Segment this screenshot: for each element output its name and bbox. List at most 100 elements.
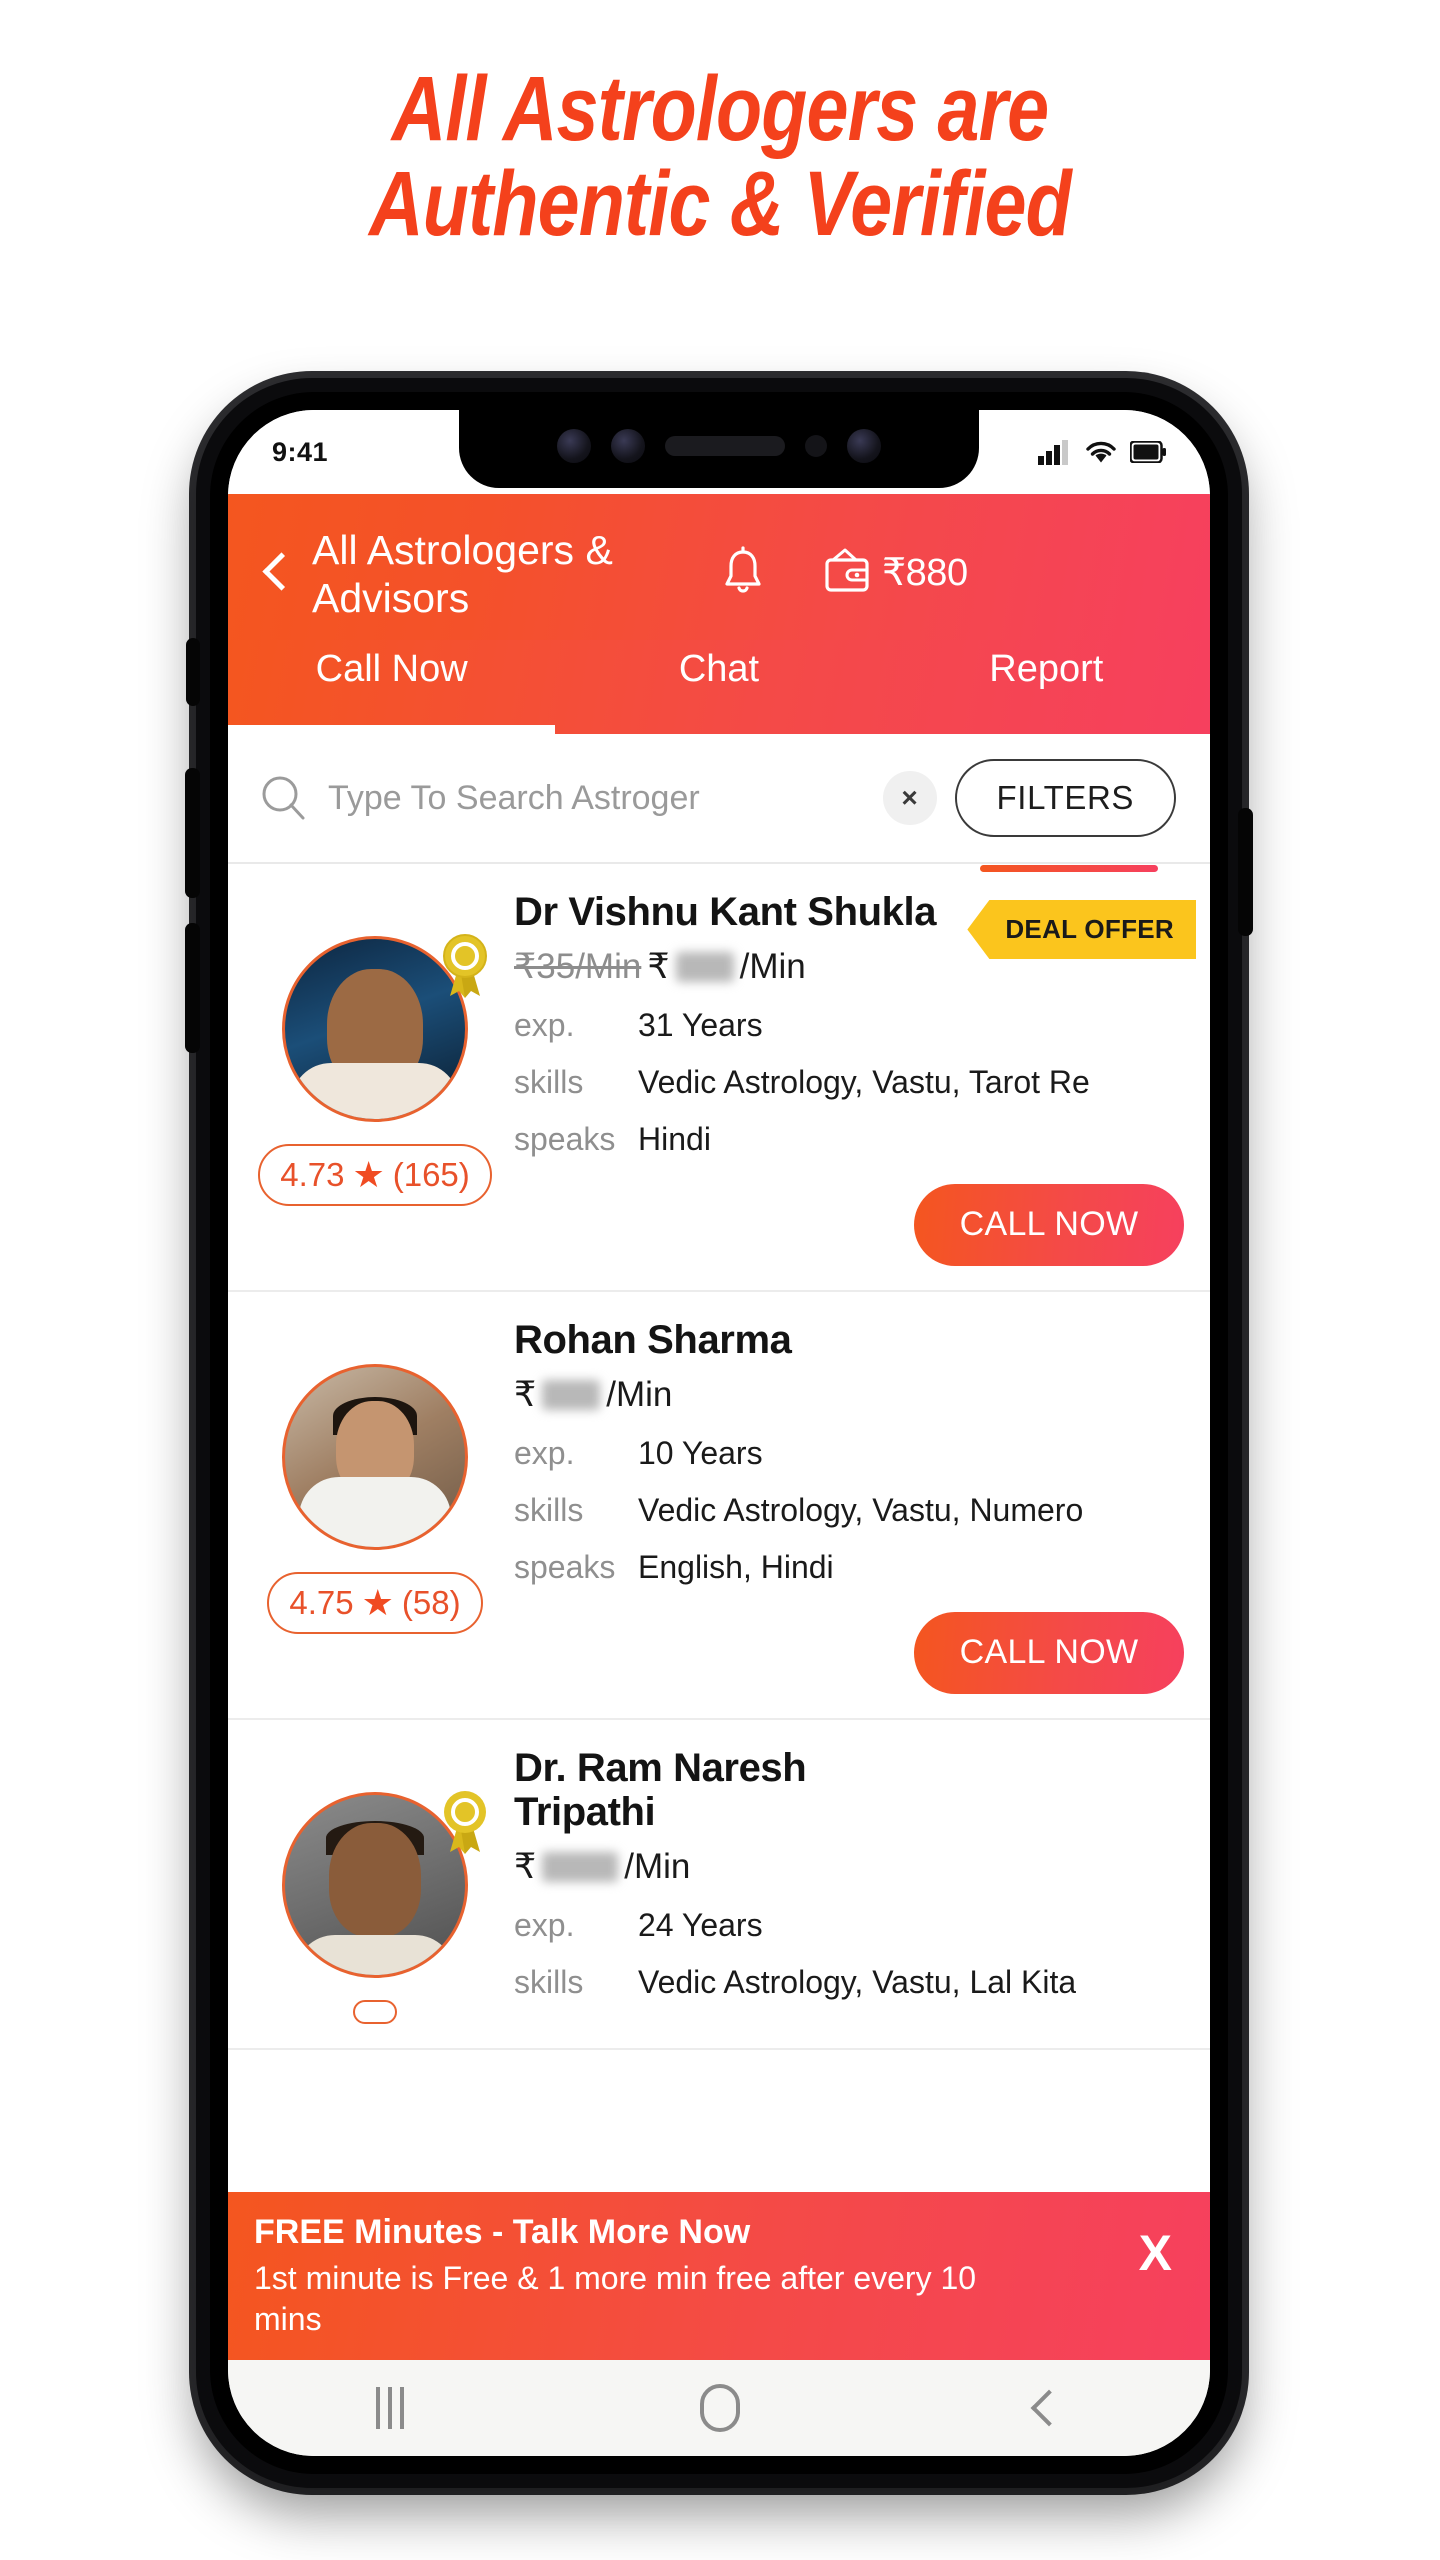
astrologer-details: Dr. Ram Naresh Tripathi ₹ /Min exp. 24 Y…	[500, 1746, 1188, 2024]
price-hidden-value	[542, 1852, 619, 1883]
verified-badge-icon	[444, 1790, 486, 1854]
price-hidden-value	[675, 951, 734, 982]
page-title: All Astrologers & Advisors	[312, 527, 613, 622]
search-icon[interactable]	[258, 772, 310, 824]
action-row: CALL NOW	[514, 1586, 1184, 1694]
skills-row: skills Vedic Astrology, Vastu, Numero	[514, 1492, 1184, 1529]
astrologer-list: 4.73 ★ (165) DEAL OFFER Dr Vishnu Kant S…	[228, 864, 1210, 2050]
promo-text-block: FREE Minutes - Talk More Now 1st minute …	[254, 2210, 1014, 2340]
front-camera-icon	[557, 429, 591, 463]
call-now-button[interactable]: CALL NOW	[914, 1611, 1184, 1694]
astrologer-name: Dr Vishnu Kant Shukla	[514, 890, 937, 934]
promo-headline: All Astrologers are Authentic & Verified	[130, 62, 1311, 252]
skills-value: Vedic Astrology, Vastu, Lal Kita	[638, 1964, 1077, 2001]
speaks-label: speaks	[514, 1120, 616, 1157]
experience-row: exp. 31 Years	[514, 1007, 1184, 1044]
recents-icon[interactable]	[376, 2387, 404, 2429]
rating-value: 4.75	[289, 1583, 354, 1621]
search-bar: × FILTERS	[228, 734, 1210, 872]
tab-call-now[interactable]: Call Now	[228, 640, 556, 734]
phone-frame: 9:41 All Astrologers & Advisors ₹880 Cal…	[185, 378, 1253, 2488]
home-icon[interactable]	[700, 2384, 740, 2432]
rating-count: (165)	[392, 1156, 470, 1193]
signal-bars-icon	[1038, 440, 1068, 465]
back-chevron-icon[interactable]	[254, 550, 300, 596]
astrologer-card[interactable]: Dr. Ram Naresh Tripathi ₹ /Min exp. 24 Y…	[228, 1720, 1210, 2050]
astrologer-name: Rohan Sharma	[514, 1317, 792, 1362]
clear-search-button[interactable]: ×	[882, 771, 937, 825]
avatar-torso	[295, 1934, 455, 1975]
filters-button[interactable]: FILTERS	[954, 759, 1176, 837]
earpiece-speaker-icon	[665, 436, 785, 456]
ir-camera-icon	[847, 429, 881, 463]
android-nav-bar	[228, 2360, 1210, 2456]
experience-row: exp. 10 Years	[514, 1435, 1184, 1472]
power-button[interactable]	[1238, 808, 1253, 936]
experience-value: 24 Years	[638, 1907, 763, 1944]
avatar	[282, 1363, 468, 1550]
silent-switch-button[interactable]	[186, 638, 200, 706]
speaks-value: Hindi	[638, 1120, 711, 1157]
avatar-wrapper	[282, 1790, 486, 1978]
battery-full-icon	[1130, 441, 1166, 463]
astrologer-avatar-block: 4.73 ★ (165)	[250, 890, 500, 1266]
price-row: ₹ /Min	[514, 1375, 1184, 1415]
volume-down-button[interactable]	[185, 923, 200, 1053]
astrologer-card[interactable]: 4.75 ★ (58) Rohan Sharma ₹ /Min exp. 10 …	[228, 1292, 1210, 1720]
wallet-icon[interactable]	[822, 546, 876, 598]
skills-label: skills	[514, 1964, 584, 2001]
headline-line-2: Authentic & Verified	[369, 152, 1072, 255]
phone-notch	[459, 410, 979, 488]
phone-screen: 9:41 All Astrologers & Advisors ₹880 Cal…	[228, 410, 1210, 2456]
price-hidden-value	[542, 1379, 601, 1410]
call-now-button[interactable]: CALL NOW	[914, 1183, 1184, 1266]
rupee-symbol: ₹	[514, 1847, 537, 1887]
header-actions: ₹880	[720, 546, 968, 598]
experience-label: exp.	[514, 1006, 575, 1043]
rating-count: (58)	[401, 1583, 461, 1621]
avatar-wrapper	[282, 934, 487, 1122]
avatar-wrapper	[282, 1363, 468, 1550]
status-icons	[1038, 439, 1166, 465]
tab-bar: Call Now Chat Report	[228, 640, 1210, 734]
bell-icon[interactable]	[720, 546, 766, 598]
experience-label: exp.	[514, 1907, 575, 1944]
verified-badge-icon	[443, 934, 487, 998]
app-header: All Astrologers & Advisors ₹880	[228, 494, 1210, 640]
astrologer-avatar-block	[250, 1746, 500, 2024]
close-banner-button[interactable]: X	[1139, 2210, 1184, 2278]
action-row: CALL NOW	[514, 1158, 1184, 1266]
volume-up-button[interactable]	[185, 768, 200, 898]
per-min-label: /Min	[624, 1847, 691, 1887]
wifi-icon	[1086, 441, 1116, 463]
speaks-label: speaks	[514, 1548, 616, 1585]
wallet-balance[interactable]: ₹880	[822, 546, 968, 598]
deal-offer-badge: DEAL OFFER	[967, 900, 1196, 959]
wallet-amount-label: ₹880	[882, 551, 968, 594]
astrologer-details: DEAL OFFER Dr Vishnu Kant Shukla ₹35/Min…	[500, 890, 1196, 1266]
experience-value: 10 Years	[638, 1434, 763, 1471]
speaks-value: English, Hindi	[638, 1548, 834, 1585]
tab-chat[interactable]: Chat	[555, 640, 882, 734]
search-input[interactable]	[328, 778, 865, 818]
proximity-sensor-icon	[805, 435, 827, 457]
price-row: ₹ /Min	[514, 1847, 1184, 1887]
back-icon[interactable]	[1030, 2389, 1068, 2427]
avatar-face	[329, 1822, 421, 1937]
skills-label: skills	[514, 1063, 584, 1100]
tab-report[interactable]: Report	[883, 640, 1210, 734]
rating-badge: 4.73 ★ (165)	[258, 1144, 492, 1206]
experience-row: exp. 24 Years	[514, 1907, 1184, 1944]
astrologer-card[interactable]: 4.73 ★ (165) DEAL OFFER Dr Vishnu Kant S…	[228, 864, 1210, 1292]
status-time: 9:41	[272, 436, 329, 467]
per-min-label: /Min	[739, 946, 806, 986]
star-icon: ★	[361, 1581, 394, 1623]
avatar-torso	[291, 1063, 459, 1119]
rating-value: 4.73	[280, 1156, 345, 1193]
rupee-symbol: ₹	[647, 946, 670, 986]
skills-row: skills Vedic Astrology, Vastu, Lal Kita	[514, 1964, 1184, 2001]
promo-subtitle: 1st minute is Free & 1 more min free aft…	[254, 2260, 977, 2338]
star-icon: ★	[352, 1154, 385, 1195]
skills-row: skills Vedic Astrology, Vastu, Tarot Re	[514, 1064, 1184, 1101]
price-original: ₹35/Min	[514, 946, 642, 986]
